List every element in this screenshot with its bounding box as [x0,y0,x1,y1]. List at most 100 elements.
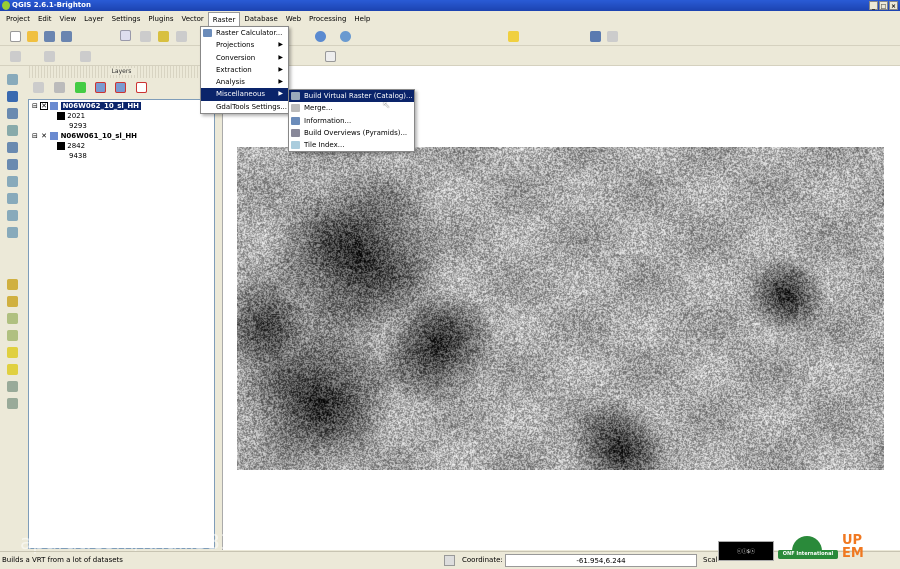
plugin-icon[interactable] [7,313,18,324]
menu-item-label: Conversion [216,54,255,62]
legend-min: 2842 [57,141,85,151]
expand-all-icon[interactable] [95,82,106,93]
menu-web[interactable]: Web [282,12,305,26]
layer-toolbar [0,66,25,550]
pan-to-selection-icon[interactable] [158,31,169,42]
legend-min: 2021 [57,111,85,121]
plugin-icon[interactable] [7,296,18,307]
menu-item-projections[interactable]: Projections ▶ [201,39,288,51]
text-annotation-icon[interactable] [325,51,336,62]
legend-max: 9293 [69,121,87,131]
raster-layer-icon [50,102,58,110]
legend-max: 9438 [69,151,87,161]
refresh-icon[interactable] [315,31,326,42]
menu-item-extraction[interactable]: Extraction ▶ [201,64,288,76]
layer-name: N06W061_10_sl_HH [61,132,137,140]
collapse-icon[interactable]: ⊟ [32,102,38,110]
close-button[interactable]: × [889,1,898,10]
maximize-button[interactable]: □ [879,1,888,10]
coordinate-toggle-icon[interactable] [444,555,455,566]
menu-settings[interactable]: Settings [108,12,145,26]
layer-item[interactable]: ⊟ ✕ N06W062_10_sl_HH [32,101,141,111]
add-wms-icon[interactable] [7,176,18,187]
save-as-icon[interactable] [61,31,72,42]
menu-item-gdaltools-settings[interactable]: GdalTools Settings... [201,101,288,113]
menu-view[interactable]: View [56,12,81,26]
plugin-icon[interactable] [7,279,18,290]
menu-item-label: Tile Index... [304,141,344,149]
menu-project[interactable]: Project [2,12,34,26]
add-raster-layer-icon[interactable] [7,91,18,102]
new-project-icon[interactable] [10,31,21,42]
visibility-checkbox[interactable]: ✕ [40,102,48,110]
menu-layer[interactable]: Layer [80,12,108,26]
menu-help[interactable]: Help [350,12,374,26]
add-wcs-icon[interactable] [7,193,18,204]
legend-min-value: 2842 [67,142,85,150]
help-icon[interactable] [607,31,618,42]
black-swatch [57,142,65,150]
menu-item-information[interactable]: Information... [289,115,414,127]
select-icon[interactable] [508,31,519,42]
add-wfs-icon[interactable] [7,210,18,221]
save-edits-icon[interactable] [44,51,55,62]
hand-icon[interactable] [140,31,151,42]
menu-item-raster-calculator[interactable]: Raster Calculator... [201,27,288,39]
menu-processing[interactable]: Processing [305,12,350,26]
collapse-all-icon[interactable] [115,82,126,93]
save-icon[interactable] [44,31,55,42]
minimize-button[interactable]: _ [869,1,878,10]
pan-tool-icon[interactable] [120,30,131,41]
submenu-arrow-icon: ▶ [278,76,283,88]
plugin-icon[interactable] [7,330,18,341]
raster-image[interactable] [237,147,884,470]
scale-label: Scal [703,556,718,564]
map-tips-icon[interactable] [590,31,601,42]
manage-visibility-icon[interactable] [54,82,65,93]
add-feature-icon[interactable] [80,51,91,62]
zoom-in-icon[interactable] [176,31,187,42]
window-title: QGIS 2.6.1-Brighton [12,1,91,9]
coordinate-field[interactable]: -61.954,6.244 [505,554,697,567]
open-project-icon[interactable] [27,31,38,42]
menu-plugins[interactable]: Plugins [144,12,177,26]
tile-index-icon [291,141,300,149]
add-vector-layer-icon[interactable] [7,74,18,85]
filter-icon[interactable] [75,82,86,93]
qgis-logo-icon [2,1,10,10]
menu-item-tile-index[interactable]: Tile Index... [289,139,414,151]
plugin-icon[interactable] [7,398,18,409]
menu-raster[interactable]: Raster [208,12,241,26]
add-spatialite-icon[interactable] [7,125,18,136]
plugin-icon[interactable] [7,347,18,358]
edit-icon[interactable] [10,51,21,62]
plugin-icon[interactable] [7,364,18,375]
submenu-arrow-icon: ▶ [278,64,283,76]
identify-icon[interactable] [340,31,351,42]
menu-item-conversion[interactable]: Conversion ▶ [201,52,288,64]
menu-vector[interactable]: Vector [177,12,207,26]
add-group-icon[interactable] [33,82,44,93]
menu-database[interactable]: Database [240,12,281,26]
file-toolbar [0,27,900,46]
add-oracle-icon[interactable] [7,159,18,170]
add-delimited-text-icon[interactable] [7,227,18,238]
status-message: Builds a VRT from a lot of datasets [2,556,123,564]
menu-edit[interactable]: Edit [34,12,56,26]
remove-layer-icon[interactable] [136,82,147,93]
upem-logo: UP EM [842,534,864,560]
visibility-checkbox[interactable]: ✕ [40,132,48,140]
layer-item[interactable]: ⊟ ✕ N06W061_10_sl_HH [32,131,137,141]
mouse-cursor-icon: ↖ [382,100,390,111]
menu-item-build-virtual-raster[interactable]: Build Virtual Raster (Catalog)... [289,90,414,102]
collapse-icon[interactable]: ⊟ [32,132,38,140]
add-postgis-icon[interactable] [7,108,18,119]
menu-item-analysis[interactable]: Analysis ▶ [201,76,288,88]
plugin-icon[interactable] [7,381,18,392]
title-bar: QGIS 2.6.1-Brighton _ □ × [0,0,900,11]
add-mssql-icon[interactable] [7,142,18,153]
layer-tree: ⊟ ✕ N06W062_10_sl_HH 2021 9293 ⊟ ✕ N06W0… [28,99,215,549]
menu-item-miscellaneous[interactable]: Miscellaneous ▶ [201,88,288,100]
menu-item-build-overviews[interactable]: Build Overviews (Pyramids)... [289,127,414,139]
menu-item-merge[interactable]: Merge... [289,102,414,114]
